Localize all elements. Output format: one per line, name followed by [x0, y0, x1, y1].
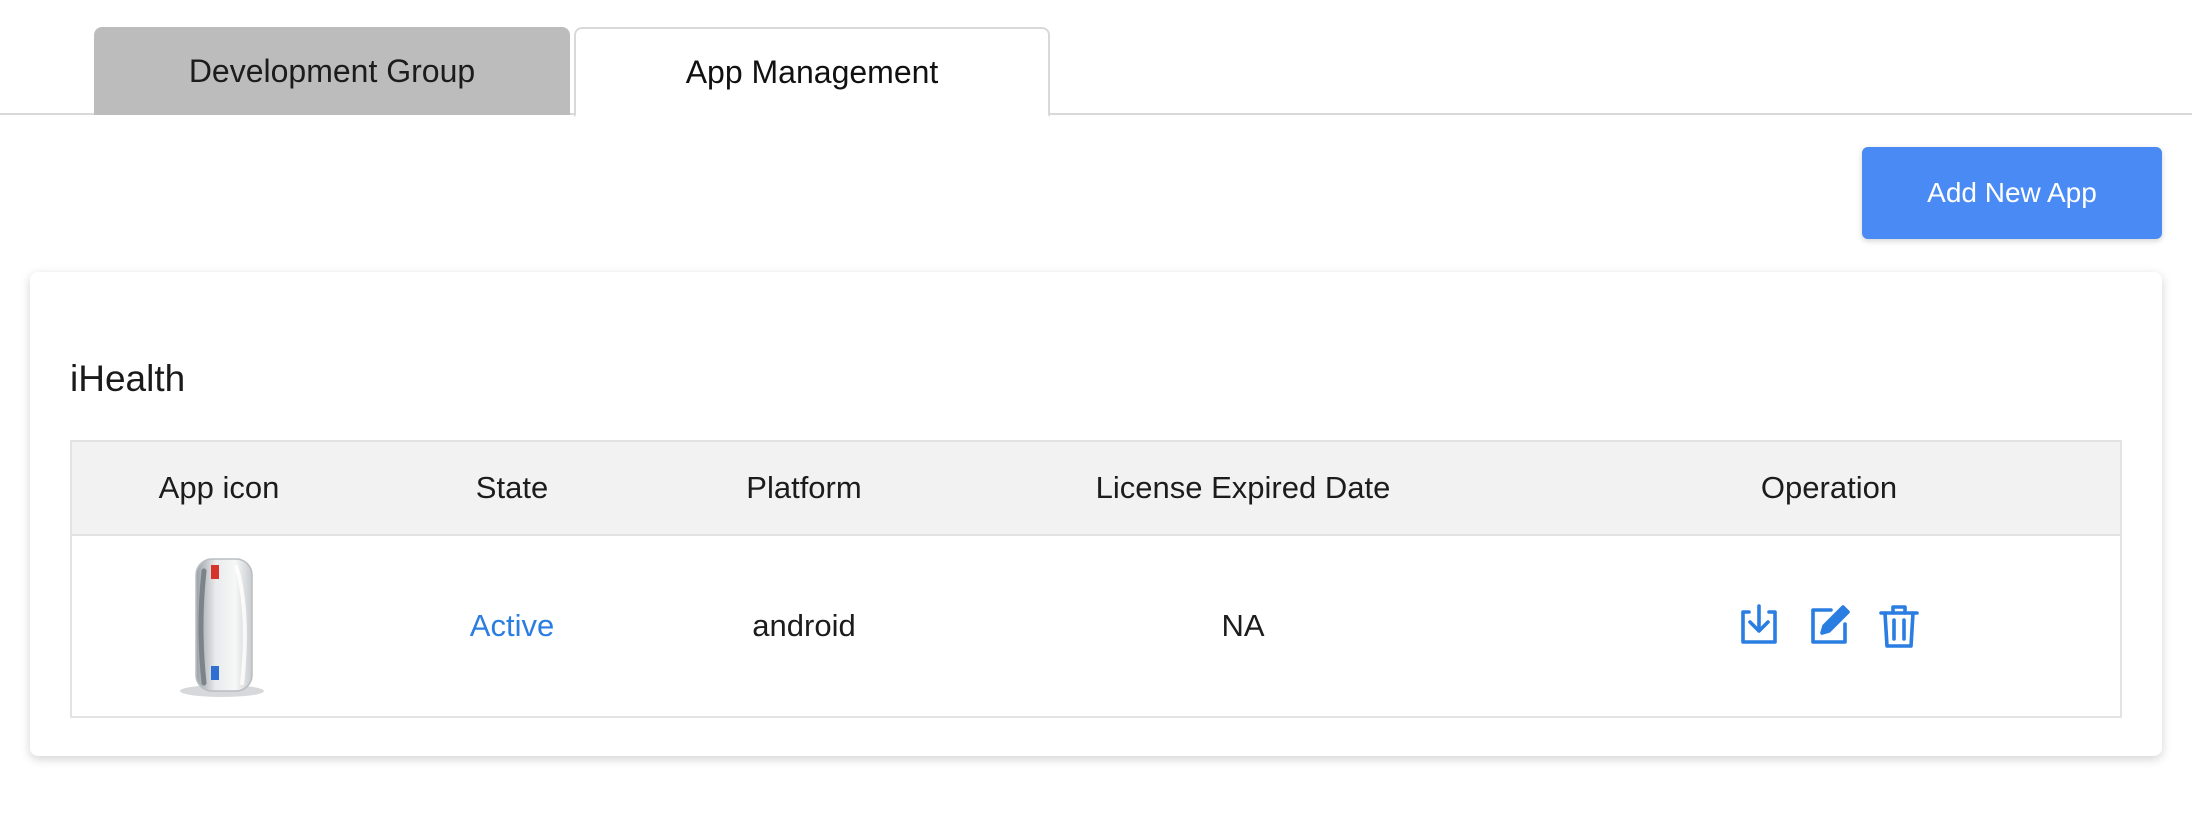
state-active-link[interactable]: Active [366, 536, 658, 716]
column-header-operation: Operation [1760, 470, 1898, 505]
tab-app-management[interactable]: App Management [574, 27, 1050, 117]
tab-development-group[interactable]: Development Group [94, 27, 570, 115]
app-group-card: iHealth App icon State Platform License … [30, 272, 2162, 756]
operations-cell [1536, 536, 2122, 716]
apps-table: App icon State Platform License Expired … [70, 440, 2122, 718]
license-expired-date-value: NA [1221, 608, 1265, 643]
edit-icon[interactable] [1805, 602, 1853, 650]
delete-icon[interactable] [1875, 602, 1923, 650]
app-icon-cell [72, 536, 366, 716]
operation-buttons [1735, 602, 1923, 650]
platform-value: android [752, 608, 856, 643]
download-icon[interactable] [1735, 602, 1783, 650]
tab-bar: Development Group App Management [0, 0, 2192, 117]
column-header-state: State [475, 470, 549, 505]
column-header-license-expired-date: License Expired Date [1095, 470, 1391, 505]
column-header-platform: Platform [746, 470, 862, 505]
column-header-app-icon: App icon [158, 470, 280, 505]
add-new-app-button[interactable]: Add New App [1862, 147, 2162, 239]
group-title: iHealth [70, 358, 186, 399]
app-device-thumbnail [180, 558, 264, 697]
table-row: Active android NA [72, 536, 2120, 716]
table-header: App icon State Platform License Expired … [72, 442, 2120, 536]
